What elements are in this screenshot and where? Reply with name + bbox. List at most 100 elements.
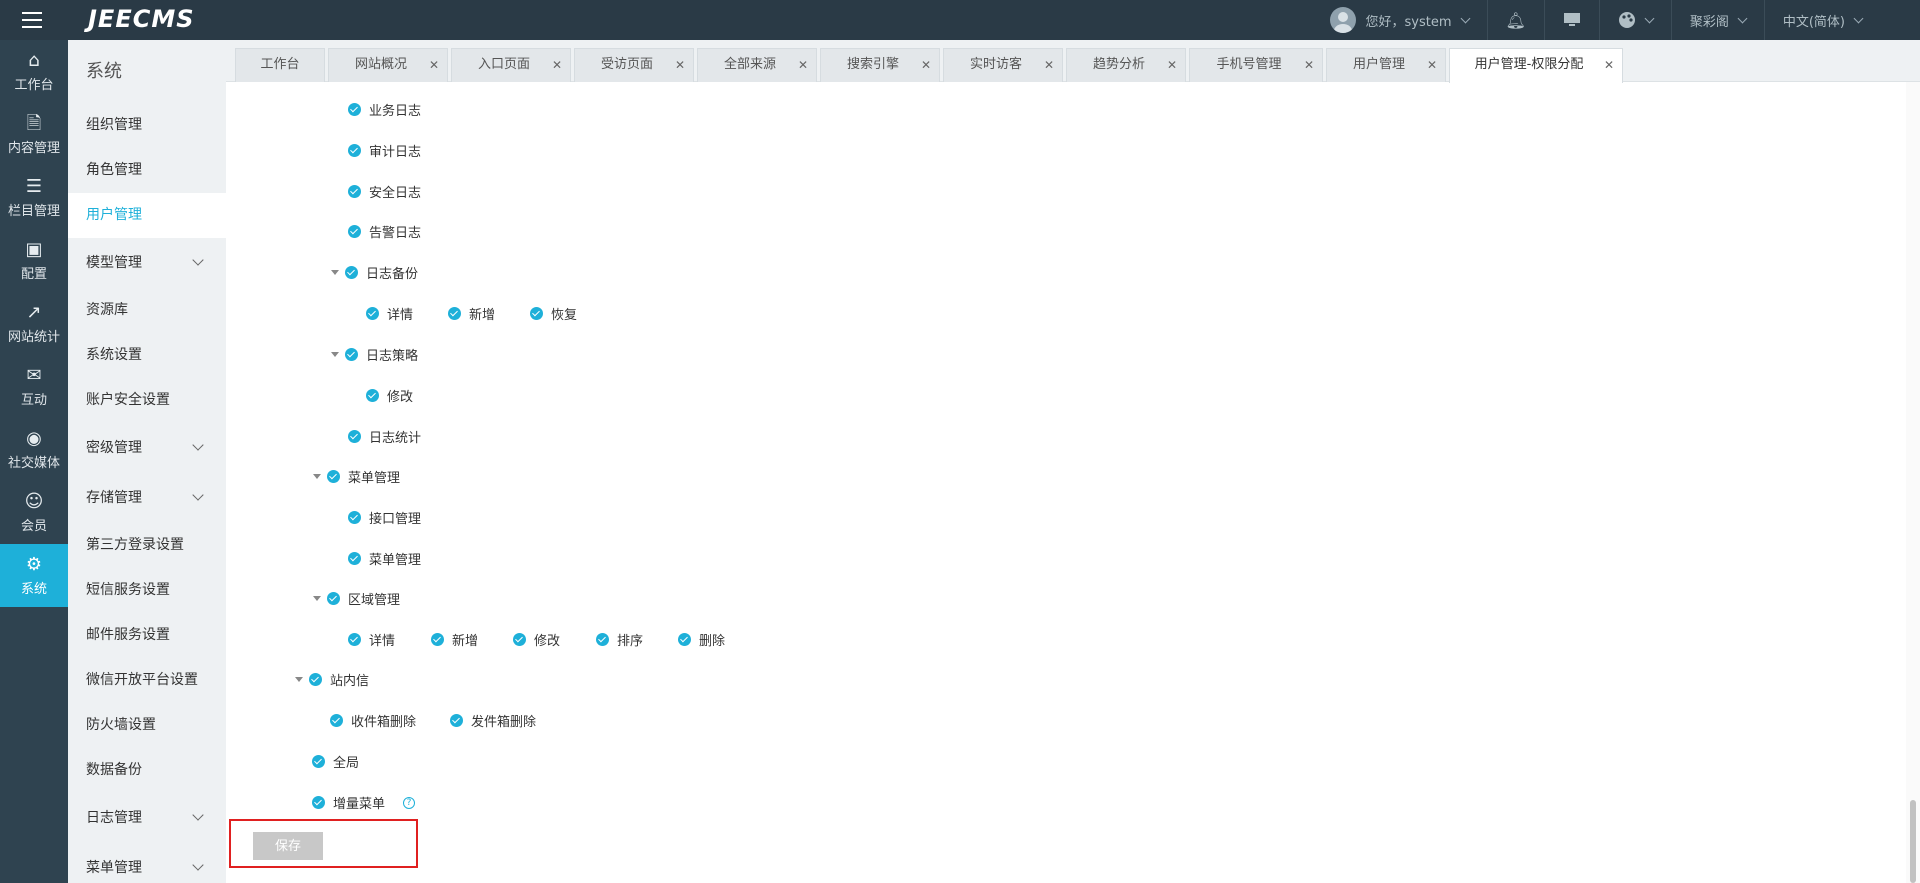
close-icon[interactable]: ✕ [429,49,439,81]
tree-node[interactable]: 站内信 [295,670,369,689]
tree-node[interactable]: 审计日志 [348,141,421,160]
subnav-item-log[interactable]: 日志管理 [68,793,226,843]
notification-button[interactable]: 🔔︎ [1486,0,1544,40]
rail-item-interaction[interactable]: ✉ 互动 [0,355,68,418]
checked-icon[interactable] [348,552,361,565]
checked-icon[interactable] [312,796,325,809]
subnav-item-account-security[interactable]: 账户安全设置 [68,378,226,423]
tab-entry-pages[interactable]: 入口页面 ✕ [451,48,571,82]
caret-down-icon[interactable] [331,270,339,275]
checked-icon[interactable] [513,633,526,646]
tab-user-management[interactable]: 用户管理 ✕ [1326,48,1446,82]
close-icon[interactable]: ✕ [1044,49,1054,81]
checked-icon[interactable] [348,225,361,238]
subnav-item-firewall[interactable]: 防火墙设置 [68,703,226,748]
caret-down-icon[interactable] [313,596,321,601]
tree-node[interactable]: 详情 [348,630,395,649]
close-icon[interactable]: ✕ [798,49,808,81]
tree-node[interactable]: 安全日志 [348,182,421,201]
tree-node[interactable]: 日志策略 [331,345,418,364]
checked-icon[interactable] [530,307,543,320]
theme-button[interactable] [1598,0,1671,40]
subnav-item-system-settings[interactable]: 系统设置 [68,333,226,378]
checked-icon[interactable] [345,266,358,279]
subnav-item-mail[interactable]: 邮件服务设置 [68,613,226,658]
tab-trend-analysis[interactable]: 趋势分析 ✕ [1066,48,1186,82]
close-icon[interactable]: ✕ [675,49,685,81]
checked-icon[interactable] [678,633,691,646]
tree-node[interactable]: 日志备份 [331,263,418,282]
subnav-item-classification[interactable]: 密级管理 [68,423,226,473]
tab-visited-pages[interactable]: 受访页面 ✕ [574,48,694,82]
subnav-item-storage[interactable]: 存储管理 [68,473,226,523]
scrollbar-track[interactable] [1906,82,1920,883]
checked-icon[interactable] [309,673,322,686]
rail-item-system[interactable]: ⚙ 系统 [0,544,68,607]
tree-node[interactable]: 修改 [366,386,413,405]
subnav-item-user[interactable]: 用户管理 [68,193,226,238]
checked-icon[interactable] [327,470,340,483]
rail-item-workbench[interactable]: ⌂ 工作台 [0,40,68,103]
checked-icon[interactable] [596,633,609,646]
subnav-item-resource[interactable]: 资源库 [68,288,226,333]
help-icon[interactable]: ? [403,796,416,809]
checked-icon[interactable] [348,511,361,524]
tab-all-sources[interactable]: 全部来源 ✕ [697,48,817,82]
checked-icon[interactable] [327,592,340,605]
rail-item-stats[interactable]: ↗ 网站统计 [0,292,68,355]
close-icon[interactable]: ✕ [921,49,931,81]
close-icon[interactable]: ✕ [552,49,562,81]
tree-node[interactable]: 排序 [596,630,643,649]
rail-item-member[interactable]: ☺ 会员 [0,481,68,544]
tab-user-permission[interactable]: 用户管理-权限分配 ✕ [1449,48,1623,83]
language-switcher[interactable]: 中文(简体) [1763,0,1880,40]
checked-icon[interactable] [450,714,463,727]
close-icon[interactable]: ✕ [1167,49,1177,81]
checked-icon[interactable] [348,103,361,116]
tab-workbench[interactable]: 工作台 [235,48,325,82]
checked-icon[interactable] [448,307,461,320]
tree-node[interactable]: 告警日志 [348,222,421,241]
checked-icon[interactable] [345,348,358,361]
tree-node[interactable]: 增量菜单? [312,793,416,812]
tab-phone-management[interactable]: 手机号管理 ✕ [1189,48,1323,82]
rail-item-social[interactable]: ◉ 社交媒体 [0,418,68,481]
scrollbar-thumb[interactable] [1910,800,1916,883]
tree-node[interactable]: 删除 [678,630,725,649]
tree-node[interactable]: 新增 [431,630,478,649]
caret-down-icon[interactable] [313,474,321,479]
tree-node[interactable]: 区域管理 [313,589,400,608]
monitor-button[interactable] [1543,0,1599,40]
checked-icon[interactable] [312,755,325,768]
close-icon[interactable]: ✕ [1304,49,1314,81]
caret-down-icon[interactable] [331,352,339,357]
checked-icon[interactable] [366,307,379,320]
caret-down-icon[interactable] [295,677,303,682]
tree-node[interactable]: 详情 [366,304,413,323]
tree-node[interactable]: 新增 [448,304,495,323]
subnav-item-third-party-login[interactable]: 第三方登录设置 [68,523,226,568]
tree-node[interactable]: 菜单管理 [313,467,400,486]
rail-item-content[interactable]: 🗎︎ 内容管理 [0,103,68,166]
tree-node[interactable]: 日志统计 [348,427,421,446]
tab-site-overview[interactable]: 网站概况 ✕ [328,48,448,82]
site-switcher[interactable]: 聚彩阁 [1670,0,1764,40]
tab-search-engines[interactable]: 搜索引擎 ✕ [820,48,940,82]
tree-node[interactable]: 全局 [312,752,359,771]
tree-node[interactable]: 菜单管理 [348,549,421,568]
subnav-item-wechat[interactable]: 微信开放平台设置 [68,658,226,703]
checked-icon[interactable] [431,633,444,646]
close-icon[interactable]: ✕ [1604,49,1614,81]
rail-item-channel[interactable]: ☰ 栏目管理 [0,166,68,229]
subnav-item-backup[interactable]: 数据备份 [68,748,226,793]
checked-icon[interactable] [348,430,361,443]
checked-icon[interactable] [366,389,379,402]
tree-node[interactable]: 收件箱删除 [330,711,416,730]
checked-icon[interactable] [348,144,361,157]
menu-toggle-icon[interactable] [22,12,42,28]
tree-node[interactable]: 修改 [513,630,560,649]
checked-icon[interactable] [330,714,343,727]
tree-node[interactable]: 恢复 [530,304,577,323]
save-button[interactable]: 保存 [253,832,323,860]
tab-realtime-visitors[interactable]: 实时访客 ✕ [943,48,1063,82]
